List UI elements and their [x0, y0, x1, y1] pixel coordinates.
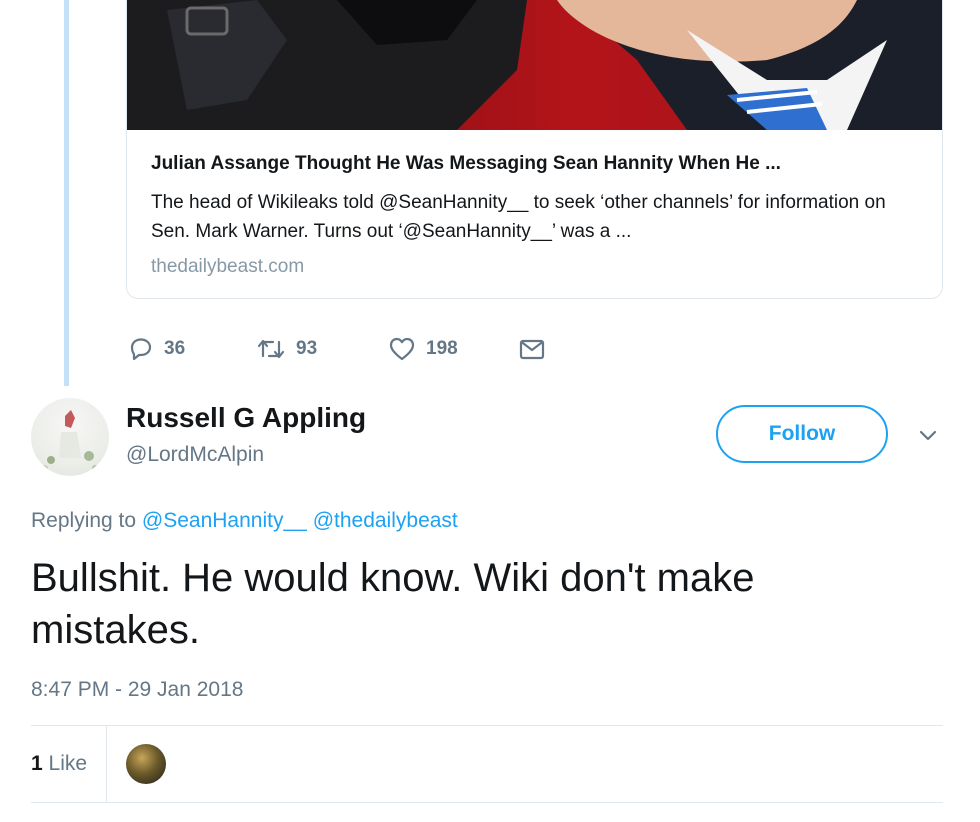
like-icon: [389, 337, 415, 361]
reply-count: 36: [164, 338, 186, 359]
card-domain: thedailybeast.com: [151, 256, 305, 277]
retweet-action[interactable]: 93: [256, 336, 388, 362]
message-icon: [519, 339, 545, 360]
tweet-stats: 1 Like: [31, 726, 87, 802]
stats-separator: [106, 726, 107, 802]
mention-seanhannity[interactable]: @SeanHannity__: [142, 509, 307, 532]
retweet-count: 93: [296, 338, 318, 359]
user-handle[interactable]: @LordMcAlpin: [126, 442, 264, 468]
likes-stat-count: 1: [31, 752, 43, 775]
tweet-text: Bullshit. He would know. Wiki don't make…: [31, 556, 755, 652]
tweet-timestamp[interactable]: 8:47 PM - 29 Jan 2018: [31, 677, 243, 703]
likes-stat-label: Like: [48, 752, 88, 775]
card-text-block: Julian Assange Thought He Was Messaging …: [151, 152, 921, 279]
card-image: [127, 0, 942, 130]
card-description: The head of Wikileaks told @SeanHannity_…: [151, 192, 886, 242]
avatar[interactable]: [31, 398, 109, 476]
replying-to-label: Replying to: [31, 509, 137, 532]
mention-thedailybeast[interactable]: @thedailybeast: [313, 509, 458, 532]
direct-message-action[interactable]: [518, 336, 546, 362]
retweet-icon: [257, 339, 285, 359]
reply-icon: [130, 338, 152, 361]
follow-button[interactable]: Follow: [716, 405, 888, 463]
like-action[interactable]: 198: [388, 336, 518, 362]
card-title: Julian Assange Thought He Was Messaging …: [151, 153, 781, 174]
like-count: 198: [426, 338, 458, 359]
reply-action[interactable]: 36: [128, 336, 256, 362]
thread-connector-line: [64, 0, 69, 386]
stats-bottom-divider: [31, 802, 943, 803]
tweet-actions: 36 93 198: [128, 332, 546, 366]
link-preview-card[interactable]: Julian Assange Thought He Was Messaging …: [126, 0, 943, 299]
more-options-button[interactable]: [916, 425, 940, 445]
display-name[interactable]: Russell G Appling: [126, 401, 366, 435]
likes-stat[interactable]: 1 Like: [31, 752, 87, 776]
stats-top-divider: [31, 725, 943, 726]
chevron-down-icon: [919, 430, 937, 441]
replying-to: Replying to @SeanHannity__ @thedailybeas…: [31, 508, 458, 534]
card-photo-illustration: [127, 0, 942, 130]
liker-avatar[interactable]: [126, 744, 166, 784]
avatar-image: [42, 410, 98, 471]
